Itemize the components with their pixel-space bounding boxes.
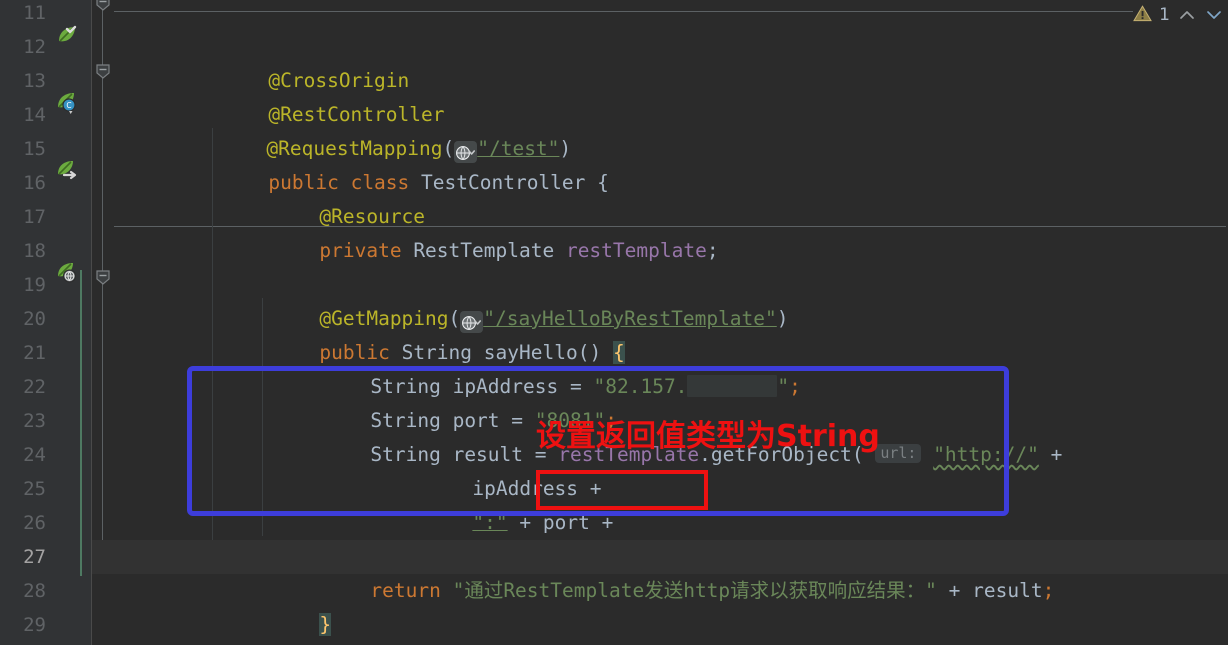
- line-number: 18: [23, 240, 46, 262]
- line-number: 21: [23, 342, 46, 364]
- warning-triangle-icon[interactable]: [1133, 4, 1153, 27]
- line-number: 19: [23, 274, 46, 296]
- code-line[interactable]: String ipAddress = "82.157. ";: [92, 302, 1228, 398]
- code-line[interactable]: String result = restTemplate.getForObjec…: [92, 370, 1228, 466]
- line-number: 22: [23, 376, 46, 398]
- code-editor[interactable]: 11 12 13 14 15 16 17 18 19 20 21 22 23 2…: [0, 0, 1228, 645]
- spring-bean-component-icon[interactable]: C: [56, 92, 78, 114]
- chevron-down-icon[interactable]: [1204, 5, 1224, 25]
- code-line[interactable]: public class TestController {: [92, 98, 1228, 194]
- line-number: 26: [23, 512, 46, 534]
- code-line[interactable]: private RestTemplate restTemplate;: [92, 166, 1228, 262]
- spring-bean-autowired-icon[interactable]: [56, 160, 78, 182]
- line-number: 12: [23, 36, 46, 58]
- svg-text:C: C: [66, 101, 71, 110]
- line-number: 29: [23, 614, 46, 636]
- line-number: 13: [23, 70, 46, 92]
- line-number: 23: [23, 410, 46, 432]
- code-line[interactable]: @GetMapping("/sayHelloByRestTemplate"): [92, 234, 1228, 333]
- code-line[interactable]: @RequestMapping("/test"): [92, 64, 1228, 163]
- vcs-change-marker[interactable]: [80, 270, 82, 576]
- spring-bean-endpoint-icon[interactable]: [56, 262, 78, 284]
- code-line-blank[interactable]: [92, 608, 1228, 642]
- line-number: 28: [23, 580, 46, 602]
- code-line[interactable]: @Resource: [92, 132, 1228, 228]
- code-line-current[interactable]: }: [92, 540, 1228, 636]
- line-number: 17: [23, 206, 46, 228]
- code-line[interactable]: return "通过RestTemplate发送http请求以获取响应结果：" …: [92, 506, 1228, 602]
- code-line[interactable]: @RestController: [92, 30, 1228, 126]
- code-line-blank[interactable]: [92, 200, 1228, 234]
- code-line[interactable]: @CrossOrigin: [92, 0, 1228, 92]
- code-content-area[interactable]: @CrossOrigin @RestController @RequestMap…: [92, 0, 1228, 645]
- line-number: 15: [23, 138, 46, 160]
- code-line[interactable]: public String sayHello() {: [92, 268, 1228, 364]
- line-number: 20: [23, 308, 46, 330]
- inspection-widget[interactable]: 1: [1133, 0, 1228, 30]
- line-number: 16: [23, 172, 46, 194]
- spring-bean-check-icon[interactable]: [56, 24, 78, 46]
- annotation-text: 设置返回值类型为String: [536, 419, 880, 454]
- chevron-up-icon[interactable]: [1177, 5, 1197, 25]
- code-line[interactable]: }: [92, 574, 1228, 608]
- line-number: 25: [23, 478, 46, 500]
- line-number: 14: [23, 104, 46, 126]
- code-line[interactable]: "/test/sayHello", String.class);: [92, 472, 1228, 568]
- code-line[interactable]: String port = "8081";: [92, 336, 1228, 432]
- warning-count: 1: [1159, 5, 1170, 25]
- line-number: 24: [23, 444, 46, 466]
- line-number-current: 27: [23, 546, 46, 568]
- line-number: 11: [23, 2, 46, 24]
